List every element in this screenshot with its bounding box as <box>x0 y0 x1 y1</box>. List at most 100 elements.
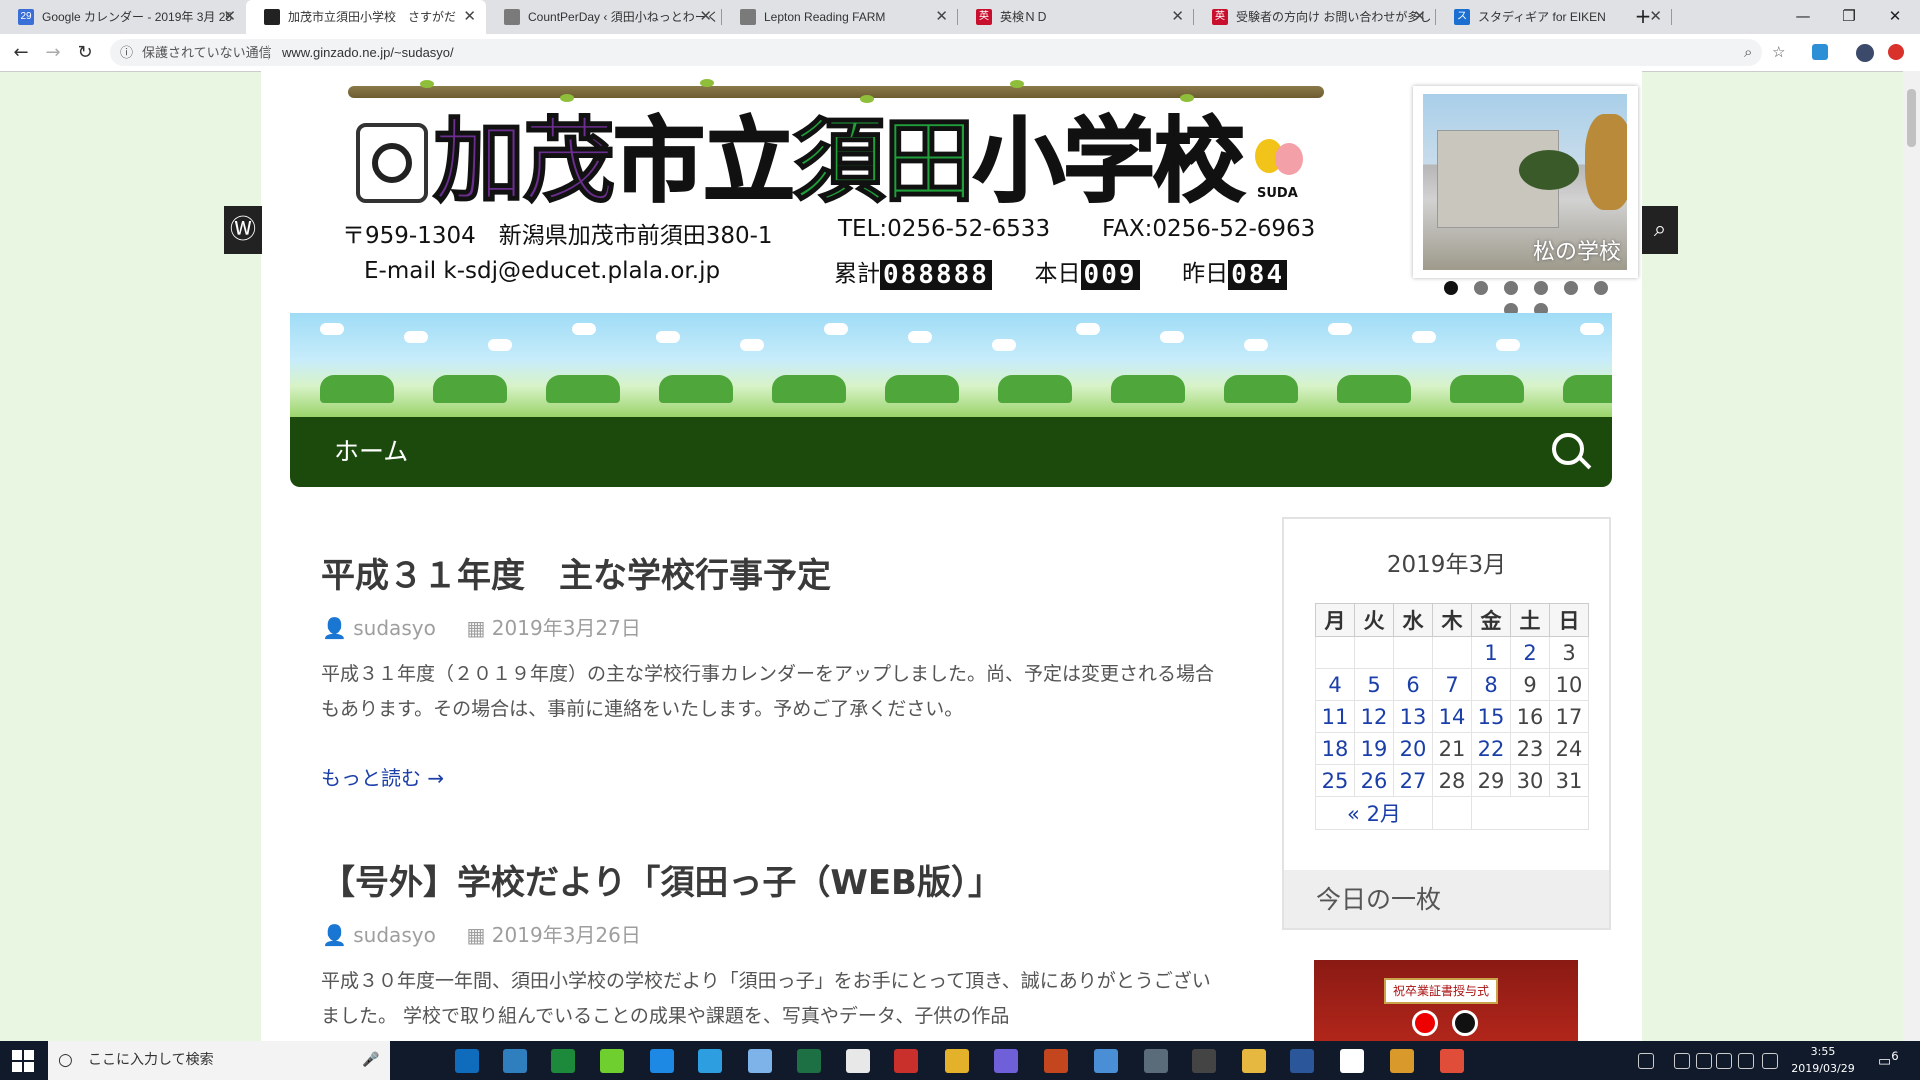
app-icon[interactable] <box>1144 1049 1168 1073</box>
back-arrow-icon[interactable]: ← <box>6 34 36 71</box>
zoom-icon[interactable]: ⌕ <box>1744 39 1752 66</box>
ftp-icon[interactable] <box>551 1049 575 1073</box>
volume-icon[interactable] <box>1696 1053 1712 1069</box>
calendar-day[interactable]: 20 <box>1393 732 1433 765</box>
slideshow-dot[interactable] <box>1444 281 1458 295</box>
browser-tab[interactable]: 英英検ＮＤ ✕ <box>958 0 1194 34</box>
app-icon[interactable] <box>994 1049 1018 1073</box>
read-more-link[interactable]: もっと読む → <box>321 762 444 791</box>
app-icon[interactable] <box>600 1049 624 1073</box>
slideshow-image[interactable]: 松の学校 <box>1423 94 1627 270</box>
tab-close-icon[interactable]: ✕ <box>1171 0 1184 34</box>
tab-close-icon[interactable]: ✕ <box>1413 0 1426 34</box>
close-window-button[interactable]: ✕ <box>1872 0 1918 34</box>
calendar-day[interactable]: 22 <box>1471 732 1511 765</box>
taskbar-clock[interactable]: 3:55 2019/03/29 <box>1780 1043 1866 1077</box>
url-text[interactable]: www.ginzado.ne.jp/~sudasyo/ <box>282 39 454 66</box>
file-icon[interactable] <box>1340 1049 1364 1073</box>
omnibox[interactable]: ⓘ 保護されていない通信 www.ginzado.ne.jp/~sudasyo/… <box>110 39 1785 66</box>
task-view-icon[interactable] <box>411 1049 435 1073</box>
maximize-button[interactable]: ❐ <box>1826 0 1872 34</box>
update-icon[interactable] <box>1888 44 1904 60</box>
wordpress-icon[interactable]: Ⓦ <box>224 206 262 254</box>
app-icon[interactable] <box>1192 1049 1216 1073</box>
taskbar-search[interactable]: ○ ここに入力して検索 🎤 <box>48 1041 390 1080</box>
notepad-icon[interactable] <box>846 1049 870 1073</box>
post-author[interactable]: sudasyo <box>353 616 436 640</box>
close-icon[interactable] <box>1738 1053 1754 1069</box>
wifi-icon[interactable] <box>1716 1053 1732 1069</box>
browser-tab[interactable]: 英受験者の方向け お問い合わせが多し ✕ <box>1194 0 1436 34</box>
ime-icon[interactable] <box>1762 1053 1778 1069</box>
powerpoint-icon[interactable] <box>1044 1049 1068 1073</box>
scrollbar-thumb[interactable] <box>1907 89 1916 147</box>
calendar-day[interactable]: 11 <box>1315 700 1355 733</box>
calendar-day[interactable]: 5 <box>1354 668 1394 701</box>
calendar-day[interactable]: 7 <box>1432 668 1472 701</box>
people-icon[interactable] <box>1638 1053 1654 1069</box>
slideshow-dot[interactable] <box>1534 281 1548 295</box>
calendar-day[interactable]: 6 <box>1393 668 1433 701</box>
tab-close-icon[interactable]: ✕ <box>463 0 476 34</box>
extension-icon[interactable] <box>1812 44 1828 60</box>
post-title[interactable]: 平成３１年度 主な学校行事予定 <box>321 548 831 597</box>
calendar-day[interactable]: 18 <box>1315 732 1355 765</box>
app-icon[interactable] <box>1094 1049 1118 1073</box>
slideshow-dot[interactable] <box>1474 281 1488 295</box>
slideshow-dot[interactable] <box>1594 281 1608 295</box>
slideshow-dot[interactable] <box>1564 281 1578 295</box>
minimize-button[interactable]: — <box>1780 0 1826 34</box>
post-title[interactable]: 【号外】学校だより「須田っ子（WEB版）」 <box>321 855 1002 904</box>
calendar-day[interactable]: 12 <box>1354 700 1394 733</box>
browser-tab[interactable]: CountPerDay ‹ 須田小ねっとわーく ✕ <box>486 0 722 34</box>
calendar-day[interactable]: 2 <box>1510 636 1550 669</box>
notification-icon[interactable]: ▭6 <box>1878 1049 1899 1070</box>
calendar-day[interactable]: 27 <box>1393 764 1433 797</box>
excel-icon[interactable] <box>797 1049 821 1073</box>
reload-icon[interactable]: ↻ <box>70 34 100 71</box>
calendar-day[interactable]: 14 <box>1432 700 1472 733</box>
nav-search-icon[interactable] <box>1552 433 1584 465</box>
tab-close-icon[interactable]: ✕ <box>223 0 236 34</box>
calendar-day[interactable]: 15 <box>1471 700 1511 733</box>
calendar-day[interactable]: 13 <box>1393 700 1433 733</box>
chevron-up-icon[interactable] <box>1674 1053 1690 1069</box>
app-icon[interactable] <box>748 1049 772 1073</box>
browser-tab[interactable]: 加茂市立須田小学校 さすがだ ✕ <box>246 0 486 34</box>
browser-tab[interactable]: 29 Google カレンダー - 2019年 3月 25 ✕ <box>0 0 246 34</box>
browser-tab[interactable]: Lepton Reading FARM ✕ <box>722 0 958 34</box>
outlook-icon[interactable] <box>455 1049 479 1073</box>
calendar-day[interactable]: 1 <box>1471 636 1511 669</box>
today-photo[interactable]: 祝卒業証書授与式 <box>1314 960 1578 1042</box>
ie-icon[interactable] <box>698 1049 722 1073</box>
profile-avatar[interactable] <box>1856 44 1874 62</box>
tab-close-icon[interactable]: ✕ <box>699 0 712 34</box>
side-search-icon[interactable]: ⌕ <box>1642 206 1678 254</box>
scrollbar[interactable] <box>1903 71 1920 1041</box>
bookmark-star-icon[interactable]: ☆ <box>1772 39 1785 66</box>
nav-home-link[interactable]: ホーム <box>334 417 408 487</box>
calendar-prev-month-link[interactable]: « 2月 <box>1315 796 1433 830</box>
forward-arrow-icon[interactable]: → <box>38 34 68 71</box>
slideshow[interactable]: 松の学校 <box>1413 86 1638 278</box>
calendar-day[interactable]: 8 <box>1471 668 1511 701</box>
word-icon[interactable] <box>1290 1049 1314 1073</box>
chrome-icon[interactable] <box>945 1049 969 1073</box>
tab-close-icon[interactable]: ✕ <box>935 0 948 34</box>
calendar-day[interactable]: 19 <box>1354 732 1394 765</box>
calendar-day[interactable]: 25 <box>1315 764 1355 797</box>
edge-icon[interactable] <box>650 1049 674 1073</box>
post-date[interactable]: 2019年3月27日 <box>492 616 641 640</box>
calendar-day[interactable]: 26 <box>1354 764 1394 797</box>
post-author[interactable]: sudasyo <box>353 923 436 947</box>
app-icon[interactable] <box>1390 1049 1414 1073</box>
app-icon[interactable] <box>1440 1049 1464 1073</box>
folder-icon[interactable] <box>1242 1049 1266 1073</box>
app-icon[interactable] <box>894 1049 918 1073</box>
post-date[interactable]: 2019年3月26日 <box>492 923 641 947</box>
app-icon[interactable] <box>503 1049 527 1073</box>
slideshow-dot[interactable] <box>1504 281 1518 295</box>
info-icon[interactable]: ⓘ <box>120 39 133 66</box>
microphone-icon[interactable]: 🎤 <box>362 1041 379 1080</box>
calendar-day[interactable]: 4 <box>1315 668 1355 701</box>
